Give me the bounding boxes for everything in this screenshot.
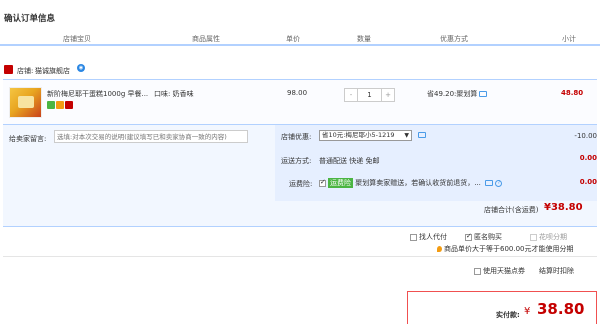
payment-summary: 实付款: ¥ 38.80 — [407, 291, 597, 324]
installment-checkbox[interactable] — [530, 233, 537, 241]
location-pin-icon — [437, 246, 442, 252]
shop-total-amount: ¥38.80 — [544, 202, 583, 213]
tmall-points-label: 使用天猫点券 — [483, 267, 525, 275]
order-details: 给卖家留言: 店铺优惠: 省10元:梅尼耶小5-1219 ▼ -10.00 运送方… — [3, 125, 597, 227]
store-discount-label: 店铺优惠: — [281, 133, 312, 141]
checkout-deduct-text: 结算时扣除 — [539, 267, 574, 275]
message-icon[interactable] — [485, 180, 494, 186]
column-header-property: 商品属性 — [192, 35, 220, 43]
order-item: 新阶梅尼耶干蛋糕1000g 早餐... 口味: 奶香味 98.00 - 1 + … — [3, 79, 597, 125]
item-service-icons — [47, 101, 74, 111]
installment-label: 花呗分期 — [539, 233, 567, 241]
payment-amount: 38.80 — [537, 300, 585, 318]
column-header-qty: 数量 — [357, 35, 371, 43]
column-header-price: 单价 — [286, 35, 300, 43]
page-title: 确认订单信息 — [4, 14, 56, 24]
store-discount-amount: -10.00 — [574, 132, 597, 140]
shipping-value: 普通配送 快递 免邮 — [319, 157, 380, 165]
item-promo: 省49.20:聚划算 — [427, 89, 488, 99]
installment-option[interactable]: 花呗分期 — [530, 232, 567, 242]
shop-label: 店铺: — [17, 67, 34, 75]
insurance-tag: 运费险 — [328, 178, 353, 188]
tmall-points-checkbox[interactable] — [474, 267, 481, 275]
store-discount-selected: 省10元:梅尼耶小5-1219 — [322, 131, 395, 139]
seller-message-label: 给卖家留言: — [9, 135, 47, 143]
installment-tip: 商品单价大于等于600.00元才能使用分期 — [437, 244, 574, 254]
quantity-increase-button[interactable]: + — [381, 88, 395, 102]
column-header-subtotal: 小计 — [562, 35, 576, 43]
column-header-row: 店铺宝贝 商品属性 单价 数量 优惠方式 小计 — [0, 30, 600, 46]
insurance-checkbox[interactable] — [319, 178, 326, 187]
proxy-pay-label: 找人代付 — [419, 233, 447, 241]
column-header-item: 店铺宝贝 — [63, 35, 91, 43]
item-property: 口味: 奶香味 — [154, 90, 194, 98]
tmall-shop-icon — [4, 65, 13, 74]
fees-panel: 店铺优惠: 省10元:梅尼耶小5-1219 ▼ -10.00 运送方式: 普通配送… — [275, 125, 597, 201]
proxy-pay-checkbox[interactable] — [410, 233, 417, 241]
message-icon[interactable] — [479, 91, 488, 97]
item-title-link[interactable]: 新阶梅尼耶干蛋糕1000g 早餐... — [47, 89, 149, 99]
anonymous-label: 匿名购买 — [474, 233, 502, 241]
anonymous-checkbox[interactable] — [465, 232, 472, 241]
seven-day-return-icon — [47, 101, 55, 109]
seller-message-input[interactable] — [54, 130, 248, 143]
quantity-input[interactable]: 1 — [358, 88, 381, 102]
quantity-stepper: - 1 + — [344, 88, 395, 102]
message-icon[interactable] — [418, 132, 426, 138]
insurance-row: 运费险 聚划算卖家赠送，若确认收货前退货，... ? — [319, 178, 503, 188]
payment-currency: ¥ — [524, 306, 531, 317]
unit-price: 98.00 — [287, 89, 308, 97]
store-discount-select[interactable]: 省10元:梅尼耶小5-1219 ▼ — [319, 130, 412, 141]
tmall-points-option[interactable]: 使用天猫点券 — [474, 266, 525, 276]
column-header-promo: 优惠方式 — [440, 35, 468, 43]
chat-seller-icon[interactable]: ◉ — [77, 64, 85, 72]
chevron-down-icon: ▼ — [404, 132, 409, 139]
quantity-decrease-button[interactable]: - — [344, 88, 358, 102]
payment-label: 实付款: — [496, 311, 520, 319]
insurance-label: 运费险: — [289, 180, 313, 188]
help-icon[interactable]: ? — [495, 179, 503, 187]
shop-row: 店铺: 猫诚旗舰店 ◉ — [0, 62, 600, 78]
insurance-amount: 0.00 — [579, 178, 597, 186]
anonymous-option[interactable]: 匿名购买 — [465, 232, 502, 242]
shop-total-label: 店铺合计(含运费) — [484, 206, 539, 214]
item-subtotal: 48.80 — [561, 89, 584, 97]
shipping-label: 运送方式: — [281, 157, 312, 165]
item-promo-text: 省49.20:聚划算 — [427, 90, 478, 98]
installment-tip-text: 商品单价大于等于600.00元才能使用分期 — [444, 245, 574, 253]
guarantee-icon — [56, 101, 64, 109]
insurance-desc: 聚划算卖家赠送，若确认收货前退货，... — [355, 179, 481, 187]
proxy-pay-option[interactable]: 找人代付 — [410, 232, 447, 242]
shipping-amount: 0.00 — [579, 154, 597, 162]
item-thumbnail[interactable] — [9, 87, 42, 118]
shop-name-link[interactable]: 猫诚旗舰店 — [35, 66, 70, 76]
divider — [3, 256, 597, 257]
credit-card-icon — [65, 101, 73, 109]
